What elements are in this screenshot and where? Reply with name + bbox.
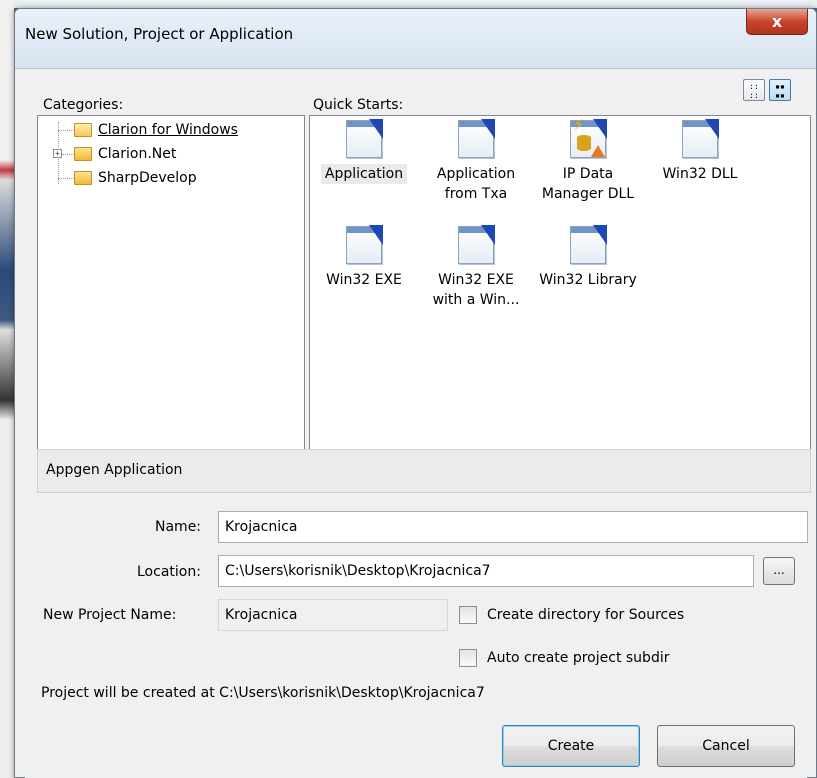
list-view-icon[interactable]: :::: <box>743 79 765 101</box>
description-panel: Appgen Application <box>37 449 811 493</box>
quick-start-application-from-txa[interactable]: Application from Txa <box>422 119 530 204</box>
close-button[interactable]: x <box>746 9 808 35</box>
quick-start-label: Win32 Library <box>539 272 637 288</box>
cancel-button-label: Cancel <box>702 738 750 754</box>
location-input-value: C:\Users\korisnik\Desktop\Krojacnica7 <box>225 563 491 579</box>
win32-dll-icon <box>682 119 719 158</box>
ip-data-manager-icon: ⚡ <box>570 115 607 158</box>
quick-start-label: Application <box>320 164 408 184</box>
category-clarion-for-windows[interactable]: Clarion for Windows <box>74 118 238 142</box>
application-txa-icon <box>458 119 495 158</box>
quick-start-label: Win32 EXE <box>326 272 402 288</box>
create-button[interactable]: Create <box>502 725 640 767</box>
name-input-value: Krojacnica <box>225 519 298 535</box>
location-input[interactable]: C:\Users\korisnik\Desktop\Krojacnica7 <box>218 555 754 587</box>
win32-exe-win-icon <box>458 225 495 264</box>
create-button-label: Create <box>547 738 595 754</box>
quick-start-label: Win32 DLL <box>662 166 738 182</box>
expand-plus-icon[interactable]: + <box>53 149 62 158</box>
quick-starts-label: Quick Starts: <box>313 97 404 113</box>
desktop-background-top <box>0 0 817 8</box>
project-name-label: New Project Name: <box>43 607 177 623</box>
category-label: Clarion for Windows <box>98 122 238 138</box>
title-bar[interactable]: New Solution, Project or Application x <box>15 9 816 69</box>
quick-start-win32-exe-with-window[interactable]: Win32 EXE with a Win... <box>422 225 530 310</box>
name-input[interactable]: Krojacnica <box>218 511 808 543</box>
project-name-value: Krojacnica <box>225 607 298 623</box>
tree-line-3 <box>58 178 74 179</box>
category-label: Clarion.Net <box>98 146 177 162</box>
project-path-status: Project will be created at C:\Users\kori… <box>41 685 485 701</box>
categories-tree[interactable]: Clarion for Windows + Clarion.Net SharpD… <box>37 115 305 459</box>
new-solution-dialog: New Solution, Project or Application x C… <box>14 8 817 778</box>
auto-create-subdir-checkbox[interactable] <box>459 649 477 667</box>
create-directory-checkbox[interactable] <box>459 606 477 624</box>
tree-line-2 <box>62 154 74 155</box>
cancel-button[interactable]: Cancel <box>657 725 795 767</box>
dialog-body: Categories: Clarion for Windows + Clario… <box>25 69 811 778</box>
quick-start-label: Application from Txa <box>436 166 516 202</box>
category-sharpdevelop[interactable]: SharpDevelop <box>74 166 197 190</box>
quick-start-ip-data-manager-dll[interactable]: ⚡ IP Data Manager DLL <box>534 115 642 204</box>
quick-start-label: IP Data Manager DLL <box>541 166 635 202</box>
quick-starts-list[interactable]: Application Application from Txa ⚡ IP Da… <box>309 115 811 459</box>
name-label: Name: <box>155 519 202 535</box>
win32-library-icon <box>570 225 607 264</box>
browse-button[interactable]: ... <box>763 557 795 585</box>
large-icons-view-icon[interactable]: ▪▪ ▪▪ <box>769 79 791 101</box>
close-icon: x <box>771 12 783 31</box>
folder-icon <box>74 171 92 185</box>
window-title: New Solution, Project or Application <box>25 25 294 43</box>
win32-exe-icon <box>346 225 383 264</box>
create-directory-label: Create directory for Sources <box>487 607 685 623</box>
quick-start-application[interactable]: Application <box>310 119 418 184</box>
categories-label: Categories: <box>43 97 124 113</box>
application-icon <box>346 119 383 158</box>
project-name-input[interactable]: Krojacnica <box>218 599 448 631</box>
quick-start-label: Win32 EXE with a Win... <box>432 272 520 308</box>
category-clarion-net[interactable]: Clarion.Net <box>74 142 176 166</box>
quick-start-win32-exe[interactable]: Win32 EXE <box>310 225 418 290</box>
location-label: Location: <box>137 564 201 580</box>
description-text: Appgen Application <box>46 462 183 478</box>
tree-line-1 <box>58 130 74 131</box>
open-folder-icon <box>74 123 92 137</box>
quick-start-win32-dll[interactable]: Win32 DLL <box>646 119 754 184</box>
desktop-background-left <box>0 0 14 778</box>
quick-start-win32-library[interactable]: Win32 Library <box>534 225 642 290</box>
category-label: SharpDevelop <box>98 170 197 186</box>
auto-create-subdir-label: Auto create project subdir <box>487 650 670 666</box>
folder-icon <box>74 147 92 161</box>
